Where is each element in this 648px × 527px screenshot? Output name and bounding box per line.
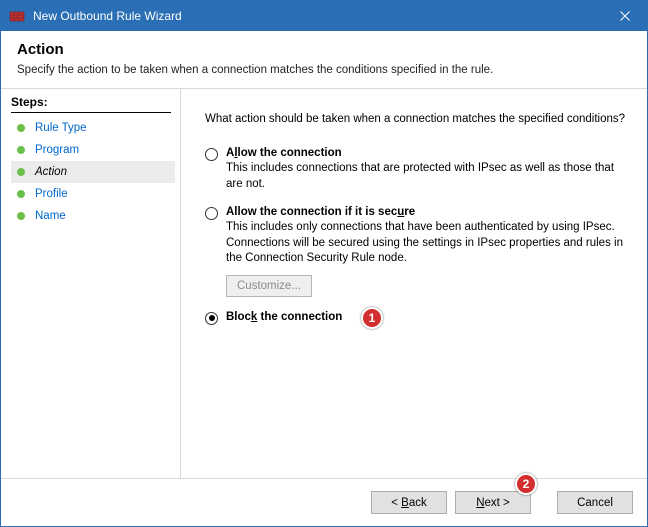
- radio-allow[interactable]: [205, 148, 218, 161]
- step-rule-type[interactable]: Rule Type: [11, 117, 175, 139]
- step-label: Name: [35, 210, 66, 222]
- option-block-title: Block the connection: [226, 311, 629, 323]
- wizard-footer: < Back Next > 2 Cancel: [1, 478, 647, 526]
- question-text: What action should be taken when a conne…: [205, 113, 629, 125]
- option-block: Block the connection 1: [205, 311, 629, 325]
- wizard-window: New Outbound Rule Wizard Action Specify …: [0, 0, 648, 527]
- step-action[interactable]: Action: [11, 161, 175, 183]
- close-icon: [620, 11, 630, 21]
- option-allow-secure: Allow the connection if it is secure Thi…: [205, 206, 629, 297]
- step-label: Program: [35, 144, 79, 156]
- bullet-icon: [17, 124, 25, 132]
- wizard-body: Steps: Rule Type Program Action Profile …: [1, 89, 647, 478]
- radio-allow-secure[interactable]: [205, 207, 218, 220]
- back-button[interactable]: < Back: [371, 491, 447, 514]
- bullet-icon: [17, 146, 25, 154]
- option-allow-title: Allow the connection: [226, 147, 629, 159]
- cancel-button[interactable]: Cancel: [557, 491, 633, 514]
- radio-block[interactable]: [205, 312, 218, 325]
- bullet-icon: [17, 190, 25, 198]
- steps-sidebar: Steps: Rule Type Program Action Profile …: [1, 89, 181, 478]
- step-program[interactable]: Program: [11, 139, 175, 161]
- option-allow-secure-title: Allow the connection if it is secure: [226, 206, 629, 218]
- window-title: New Outbound Rule Wizard: [33, 9, 603, 23]
- main-panel: What action should be taken when a conne…: [181, 89, 647, 478]
- steps-underline: [11, 112, 171, 113]
- firewall-icon: [9, 8, 25, 24]
- step-label: Action: [35, 166, 67, 178]
- step-profile[interactable]: Profile: [11, 183, 175, 205]
- option-allow: Allow the connection This includes conne…: [205, 147, 629, 192]
- titlebar: New Outbound Rule Wizard: [1, 1, 647, 31]
- bullet-icon: [17, 212, 25, 220]
- option-allow-desc: This includes connections that are prote…: [226, 161, 629, 192]
- steps-heading: Steps:: [11, 95, 180, 109]
- step-label: Profile: [35, 188, 68, 200]
- step-label: Rule Type: [35, 122, 87, 134]
- page-subtitle: Specify the action to be taken when a co…: [17, 64, 631, 76]
- bullet-icon: [17, 168, 25, 176]
- step-name[interactable]: Name: [11, 205, 175, 227]
- customize-button: Customize...: [226, 275, 312, 297]
- wizard-header: Action Specify the action to be taken wh…: [1, 31, 647, 89]
- close-button[interactable]: [603, 1, 647, 31]
- next-button[interactable]: Next >: [455, 491, 531, 514]
- option-allow-secure-desc: This includes only connections that have…: [226, 220, 629, 267]
- page-title: Action: [17, 41, 631, 58]
